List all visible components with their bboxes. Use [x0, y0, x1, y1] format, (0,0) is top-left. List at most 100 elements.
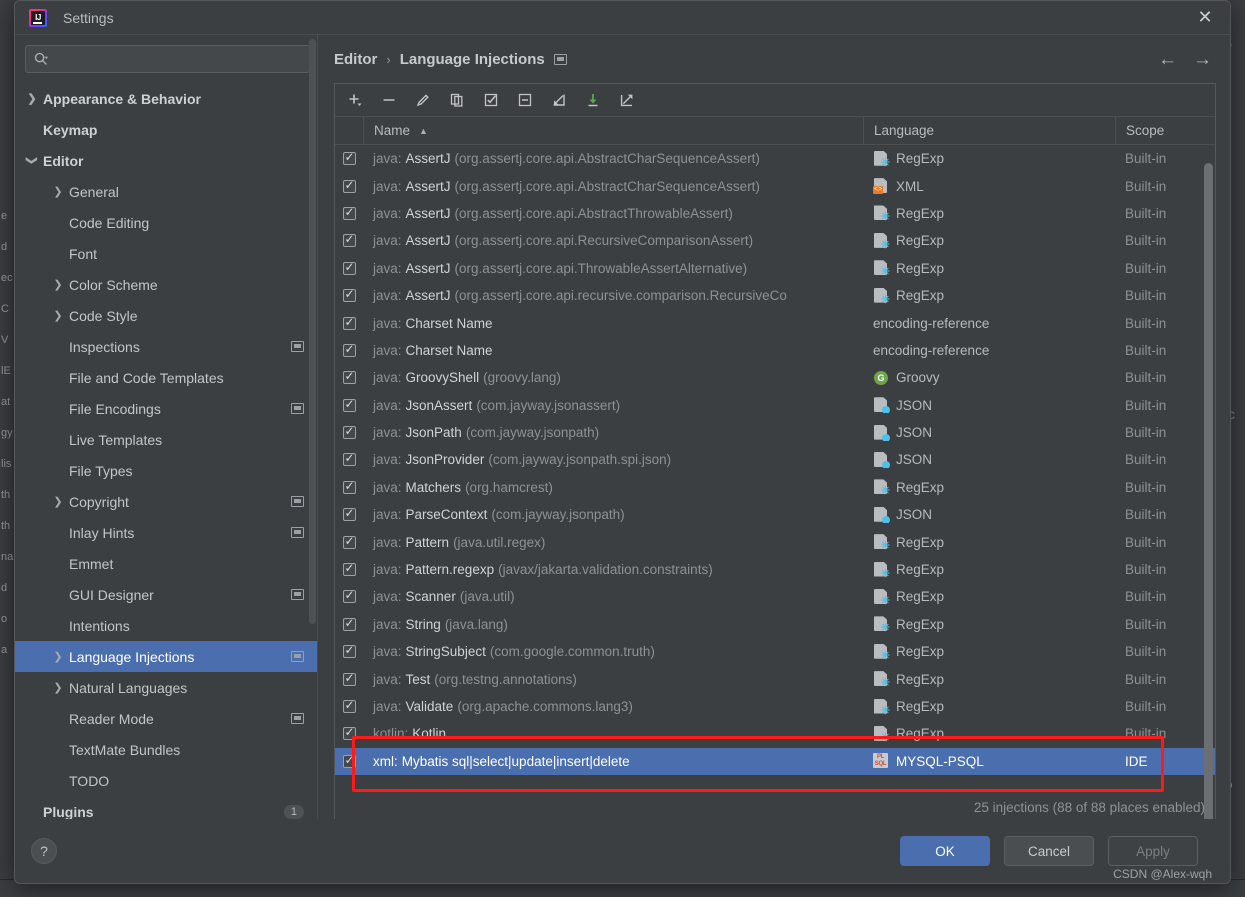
table-row[interactable]: java:Validate(org.apache.commons.lang3)✳…: [335, 693, 1215, 720]
sidebar-item-emmet[interactable]: Emmet: [15, 548, 318, 579]
edit-injection-button[interactable]: [413, 90, 433, 110]
table-row[interactable]: java:String(java.lang) ✳ RegExp Built-in: [335, 611, 1215, 638]
table-row[interactable]: kotlin:Kotlin ✳ RegExp Built-in: [335, 720, 1215, 747]
row-checkbox[interactable]: [335, 727, 363, 741]
ok-button[interactable]: OK: [900, 836, 990, 866]
chevron-right-icon[interactable]: ❯: [51, 650, 65, 663]
remove-injection-button[interactable]: [379, 90, 399, 110]
cancel-button[interactable]: Cancel: [1004, 836, 1094, 866]
table-row[interactable]: java:AssertJ(org.assertj.core.api.Abstra…: [335, 145, 1215, 172]
table-row[interactable]: java:Pattern.regexp(javax/jakarta.valida…: [335, 556, 1215, 583]
row-checkbox[interactable]: [335, 754, 363, 768]
table-row[interactable]: java:Charset Name encoding-reference Built…: [335, 309, 1215, 336]
back-arrow-icon[interactable]: ←: [1158, 50, 1177, 69]
row-checkbox[interactable]: [335, 398, 363, 412]
row-checkbox[interactable]: [335, 343, 363, 357]
sidebar-item-editor[interactable]: ❯ Editor: [15, 145, 318, 176]
sidebar-item-gui-designer[interactable]: GUI Designer: [15, 579, 318, 610]
sidebar-item-copyright[interactable]: ❯ Copyright: [15, 486, 318, 517]
row-checkbox[interactable]: [335, 453, 363, 467]
search-box[interactable]: [25, 45, 310, 73]
sidebar-item-natural-languages[interactable]: ❯ Natural Languages: [15, 672, 318, 703]
row-checkbox[interactable]: [335, 480, 363, 494]
sidebar-scrollbar[interactable]: [309, 39, 316, 624]
table-row[interactable]: java:AssertJ(org.assertj.core.api.Abstra…: [335, 172, 1215, 199]
table-row[interactable]: java:JsonAssert(com.jayway.jsonassert) JS…: [335, 392, 1215, 419]
duplicate-injection-button[interactable]: [447, 90, 467, 110]
chevron-right-icon[interactable]: ❯: [51, 309, 65, 322]
sidebar-item-inspections[interactable]: Inspections: [15, 331, 318, 362]
sidebar-item-general[interactable]: ❯ General: [15, 176, 318, 207]
table-row[interactable]: java:Charset Name encoding-reference Built…: [335, 337, 1215, 364]
export-button[interactable]: [617, 90, 637, 110]
column-header-language[interactable]: Language: [863, 117, 1115, 144]
chevron-down-icon[interactable]: ❯: [26, 154, 39, 168]
sidebar-item-code-style[interactable]: ❯ Code Style: [15, 300, 318, 331]
apply-button[interactable]: Apply: [1108, 836, 1198, 866]
table-row[interactable]: java:AssertJ(org.assertj.core.api.Throwa…: [335, 255, 1215, 282]
column-header-scope[interactable]: Scope: [1115, 117, 1215, 144]
add-injection-button[interactable]: [345, 90, 365, 110]
table-row[interactable]: java:AssertJ(org.assertj.core.api.Abstra…: [335, 200, 1215, 227]
sidebar-item-code-editing[interactable]: Code Editing: [15, 207, 318, 238]
chevron-right-icon[interactable]: ❯: [51, 278, 65, 291]
table-row[interactable]: java:Pattern(java.util.regex) ✳ RegExp Buil…: [335, 528, 1215, 555]
table-row[interactable]: java:JsonProvider(com.jayway.jsonpath.sp…: [335, 446, 1215, 473]
table-row[interactable]: java:Matchers(org.hamcrest) ✳ RegExp Built-…: [335, 474, 1215, 501]
table-row[interactable]: java:ParseContext(com.jayway.jsonpath) JS…: [335, 501, 1215, 528]
row-checkbox[interactable]: [335, 590, 363, 604]
sidebar-item-reader-mode[interactable]: Reader Mode: [15, 703, 318, 734]
sidebar-item-inlay-hints[interactable]: Inlay Hints: [15, 517, 318, 548]
sidebar-item-todo[interactable]: TODO: [15, 765, 318, 796]
row-checkbox[interactable]: [335, 206, 363, 220]
close-icon[interactable]: ✕: [1188, 3, 1222, 33]
row-checkbox[interactable]: [335, 316, 363, 330]
table-scrollbar[interactable]: [1204, 163, 1213, 857]
sidebar-item-color-scheme[interactable]: ❯ Color Scheme: [15, 269, 318, 300]
chevron-right-icon[interactable]: ❯: [51, 185, 65, 198]
row-checkbox[interactable]: [335, 700, 363, 713]
row-checkbox[interactable]: [335, 563, 363, 577]
sidebar-item-intentions[interactable]: Intentions: [15, 610, 318, 641]
row-checkbox[interactable]: [335, 426, 363, 440]
row-checkbox[interactable]: [335, 672, 363, 686]
sidebar-item-live-templates[interactable]: Live Templates: [15, 424, 318, 455]
sidebar-item-textmate-bundles[interactable]: TextMate Bundles: [15, 734, 318, 765]
forward-arrow-icon[interactable]: →: [1193, 50, 1212, 69]
table-row[interactable]: java:StringSubject(com.google.common.tru…: [335, 638, 1215, 665]
row-checkbox[interactable]: [335, 261, 363, 275]
table-row[interactable]: java:GroovyShell(groovy.lang) G Groovy Buil…: [335, 364, 1215, 391]
chevron-right-icon[interactable]: ❯: [51, 495, 65, 508]
import-button[interactable]: [549, 90, 569, 110]
sidebar-item-plugins[interactable]: Plugins 1: [15, 796, 318, 819]
search-input[interactable]: [52, 51, 301, 67]
table-row[interactable]: java:AssertJ(org.assertj.core.api.recurs…: [335, 282, 1215, 309]
table-row[interactable]: java:JsonPath(com.jayway.jsonpath) JSON Bu…: [335, 419, 1215, 446]
row-checkbox[interactable]: [335, 645, 363, 659]
sidebar-item-font[interactable]: Font: [15, 238, 318, 269]
chevron-right-icon[interactable]: ❯: [51, 681, 65, 694]
row-checkbox[interactable]: [335, 152, 363, 166]
column-header-name[interactable]: Name ▲: [363, 117, 863, 144]
enable-selected-button[interactable]: [481, 90, 501, 110]
table-row[interactable]: java:AssertJ(org.assertj.core.api.Recurs…: [335, 227, 1215, 254]
table-row[interactable]: java:Test(org.testng.annotations) ✳ RegExp…: [335, 665, 1215, 692]
row-checkbox[interactable]: [335, 289, 363, 303]
help-button[interactable]: ?: [31, 838, 57, 864]
sidebar-item-keymap[interactable]: Keymap: [15, 114, 318, 145]
sidebar-item-language-injections[interactable]: ❯ Language Injections: [15, 641, 318, 672]
row-checkbox[interactable]: [335, 179, 363, 193]
row-checkbox[interactable]: [335, 535, 363, 549]
chevron-right-icon[interactable]: ❯: [25, 92, 39, 105]
breadcrumb-item-editor[interactable]: Editor: [334, 51, 377, 68]
row-checkbox[interactable]: [335, 508, 363, 522]
table-row[interactable]: java:Scanner(java.util) ✳ RegExp Built-in: [335, 583, 1215, 610]
sidebar-item-file-and-code-templates[interactable]: File and Code Templates: [15, 362, 318, 393]
sidebar-item-appearance-behavior[interactable]: ❯ Appearance & Behavior: [15, 83, 318, 114]
row-checkbox[interactable]: [335, 371, 363, 385]
row-checkbox[interactable]: [335, 234, 363, 248]
sidebar-item-file-encodings[interactable]: File Encodings: [15, 393, 318, 424]
table-row[interactable]: xml:Mybatis sql|select|update|insert|del…: [335, 747, 1215, 775]
download-button[interactable]: [583, 90, 603, 110]
sidebar-item-file-types[interactable]: File Types: [15, 455, 318, 486]
